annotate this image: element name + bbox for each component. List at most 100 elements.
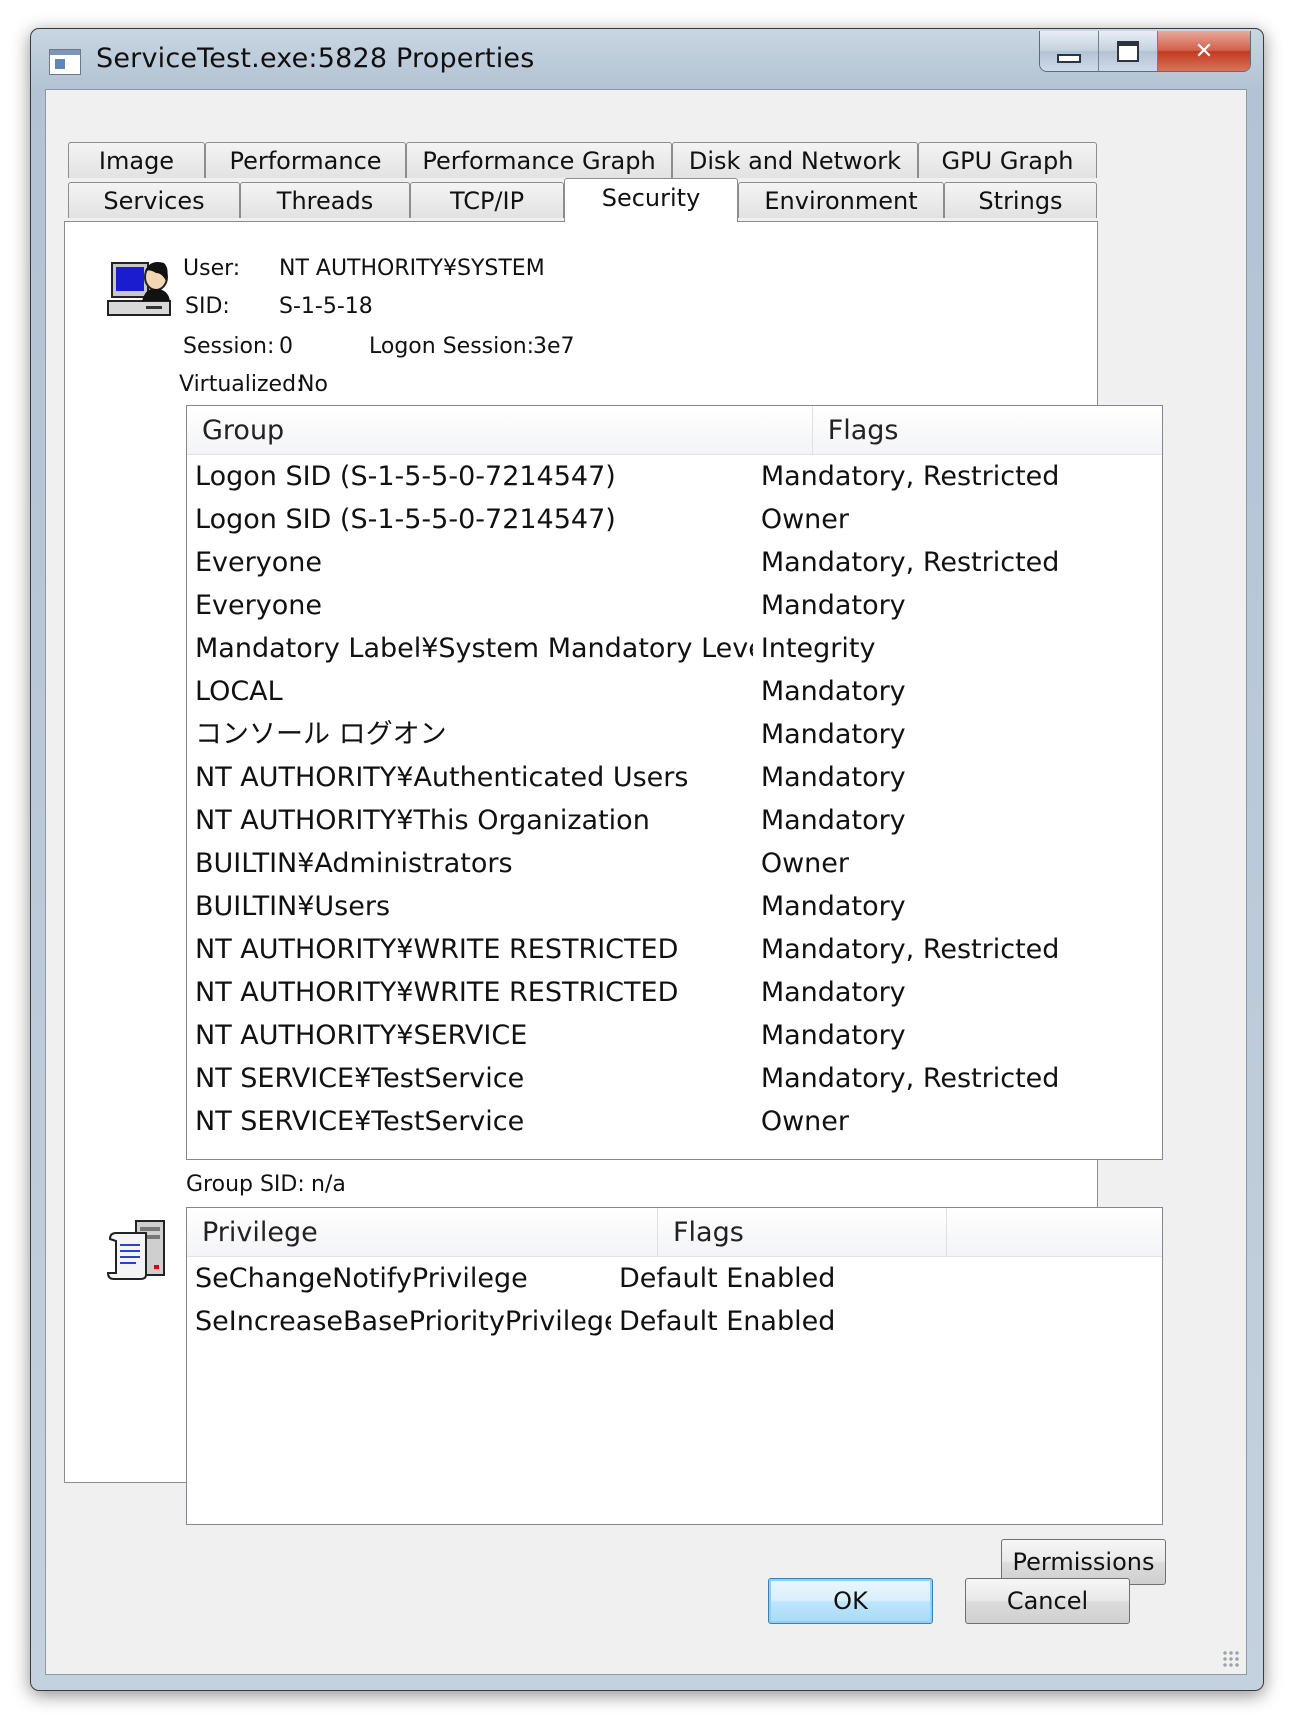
tab-label: Performance Graph xyxy=(422,146,656,175)
column-header-group[interactable]: Group xyxy=(187,406,813,454)
group-row-cell: Logon SID (S-1-5-5-0-7214547) xyxy=(195,461,616,492)
group-row-cell: NT AUTHORITY¥SERVICE xyxy=(195,1020,528,1051)
group-row[interactable]: BUILTIN¥Users Mandatory xyxy=(187,887,1162,930)
permissions-button-label: Permissions xyxy=(1012,1548,1155,1576)
group-row[interactable]: NT SERVICE¥TestService Mandatory, Restric… xyxy=(187,1059,1162,1102)
tab-security[interactable]: Security xyxy=(564,178,738,222)
tab-label: Services xyxy=(103,186,205,215)
column-header-privilege[interactable]: Privilege xyxy=(187,1208,659,1256)
logon-session-value: 3e7 xyxy=(533,334,575,359)
tab-label: Threads xyxy=(276,186,374,215)
dialog-client-area: Image Performance Performance Graph Disk… xyxy=(45,89,1247,1675)
tab-services[interactable]: Services xyxy=(68,182,240,218)
maximize-button[interactable] xyxy=(1099,31,1158,71)
tab-threads[interactable]: Threads xyxy=(240,182,410,218)
groups-list[interactable]: Group Flags Logon SID (S-1-5-5-0-7214547… xyxy=(186,405,1163,1160)
group-row[interactable]: NT SERVICE¥TestService Owner xyxy=(187,1102,1162,1145)
caption-buttons: ✕ xyxy=(1039,31,1251,72)
session-value: 0 xyxy=(279,334,293,359)
tab-label: Image xyxy=(98,146,175,175)
group-row-cell: Integrity xyxy=(760,633,876,664)
group-row-cell: NT SERVICE¥TestService xyxy=(195,1063,525,1094)
tab-environment[interactable]: Environment xyxy=(738,182,944,218)
groups-list-rows: Logon SID (S-1-5-5-0-7214547) Mandatory, … xyxy=(187,457,1162,1145)
group-row-cell: Mandatory xyxy=(760,891,906,922)
ok-button-label: OK xyxy=(833,1587,868,1615)
column-header-privilege-flags[interactable]: Flags xyxy=(658,1208,948,1256)
resize-grip[interactable] xyxy=(1222,1650,1240,1668)
tab-strings[interactable]: Strings xyxy=(944,182,1097,218)
tab-label: Performance xyxy=(229,146,382,175)
user-label: User: xyxy=(183,256,241,281)
group-row-cell: Owner xyxy=(760,504,850,535)
virtualized-value: No xyxy=(298,372,328,397)
user-at-computer-icon xyxy=(107,262,171,316)
properties-window: ServiceTest.exe:5828 Properties ✕ Image … xyxy=(30,28,1264,1691)
group-row-cell: Mandatory xyxy=(760,719,906,750)
group-row[interactable]: NT AUTHORITY¥WRITE RESTRICTED Mandatory xyxy=(187,973,1162,1016)
privileges-list[interactable]: Privilege Flags SeChangeNotifyPrivilege D… xyxy=(186,1207,1163,1525)
privilege-row[interactable]: SeChangeNotifyPrivilege Default Enabled xyxy=(187,1259,1162,1302)
ok-button[interactable]: OK xyxy=(768,1578,933,1624)
privileges-list-header: Privilege Flags xyxy=(187,1208,1162,1257)
minimize-button[interactable] xyxy=(1040,31,1099,71)
tab-label: Strings xyxy=(978,186,1063,215)
privilege-row[interactable]: SeIncreaseBasePriorityPrivilege Default E… xyxy=(187,1302,1162,1345)
title-bar[interactable]: ServiceTest.exe:5828 Properties ✕ xyxy=(31,29,1263,89)
tab-performance-graph[interactable]: Performance Graph xyxy=(406,142,672,178)
group-row-cell: Mandatory, Restricted xyxy=(760,461,1060,492)
group-row[interactable]: NT AUTHORITY¥This Organization Mandatory xyxy=(187,801,1162,844)
tab-performance[interactable]: Performance xyxy=(205,142,406,178)
group-row-cell: NT AUTHORITY¥WRITE RESTRICTED xyxy=(195,934,679,965)
group-row-cell: NT AUTHORITY¥This Organization xyxy=(195,805,650,836)
group-row[interactable]: LOCAL Mandatory xyxy=(187,672,1162,715)
column-header-flags[interactable]: Flags xyxy=(813,406,1162,454)
tab-tcp-ip[interactable]: TCP/IP xyxy=(410,182,564,218)
group-row-cell: Mandatory Label¥System Mandatory Level xyxy=(195,633,753,664)
tab-label: Security xyxy=(601,183,701,212)
group-row-cell: Mandatory, Restricted xyxy=(760,1063,1060,1094)
group-row[interactable]: Logon SID (S-1-5-5-0-7214547) Mandatory, … xyxy=(187,457,1162,500)
privilege-row-cell: Default Enabled xyxy=(619,1306,836,1337)
tab-gpu-graph[interactable]: GPU Graph xyxy=(918,142,1097,178)
tab-label: Environment xyxy=(764,186,918,215)
group-row-cell: NT SERVICE¥TestService xyxy=(195,1106,525,1137)
group-row-cell: Mandatory xyxy=(760,977,906,1008)
tab-image[interactable]: Image xyxy=(68,142,205,178)
cancel-button[interactable]: Cancel xyxy=(965,1578,1130,1624)
group-row[interactable]: Everyone Mandatory xyxy=(187,586,1162,629)
group-row-cell: Everyone xyxy=(195,547,322,578)
cancel-button-label: Cancel xyxy=(1006,1587,1089,1615)
group-row[interactable]: NT AUTHORITY¥WRITE RESTRICTED Mandatory, … xyxy=(187,930,1162,973)
group-row-cell: Logon SID (S-1-5-5-0-7214547) xyxy=(195,504,616,535)
close-button[interactable]: ✕ xyxy=(1158,31,1250,71)
group-sid-label: Group SID: xyxy=(186,1172,305,1197)
tab-label: GPU Graph xyxy=(941,146,1074,175)
group-row-cell: Mandatory xyxy=(760,1020,906,1051)
tab-label: TCP/IP xyxy=(449,186,525,215)
window-app-icon xyxy=(49,49,81,75)
group-row[interactable]: NT AUTHORITY¥Authenticated Users Mandator… xyxy=(187,758,1162,801)
group-row[interactable]: Logon SID (S-1-5-5-0-7214547) Owner xyxy=(187,500,1162,543)
window-title: ServiceTest.exe:5828 Properties xyxy=(96,43,535,74)
group-row-cell: Mandatory xyxy=(760,805,906,836)
group-row-cell: Mandatory xyxy=(760,762,906,793)
group-row-cell: Owner xyxy=(760,848,850,879)
group-row-cell: BUILTIN¥Users xyxy=(195,891,391,922)
group-row[interactable]: BUILTIN¥Administrators Owner xyxy=(187,844,1162,887)
user-value: NT AUTHORITY¥SYSTEM xyxy=(279,256,545,281)
group-row-cell: Mandatory, Restricted xyxy=(760,547,1060,578)
privilege-row-cell: SeIncreaseBasePriorityPrivilege xyxy=(195,1306,611,1337)
group-row[interactable]: NT AUTHORITY¥SERVICE Mandatory xyxy=(187,1016,1162,1059)
virtualized-label: Virtualized: xyxy=(179,372,304,397)
group-row[interactable]: Everyone Mandatory, Restricted xyxy=(187,543,1162,586)
tab-label: Disk and Network xyxy=(688,146,902,175)
group-row-cell: NT AUTHORITY¥Authenticated Users xyxy=(195,762,689,793)
privilege-row-cell: SeChangeNotifyPrivilege xyxy=(195,1263,528,1294)
group-row[interactable]: Mandatory Label¥System Mandatory Level In… xyxy=(187,629,1162,672)
tab-disk-and-network[interactable]: Disk and Network xyxy=(672,142,918,178)
group-row[interactable]: コンソール ログオン Mandatory xyxy=(187,715,1162,758)
scroll-server-icon xyxy=(106,1220,165,1280)
column-header-empty xyxy=(947,1208,1162,1256)
privilege-row-cell: Default Enabled xyxy=(619,1263,836,1294)
